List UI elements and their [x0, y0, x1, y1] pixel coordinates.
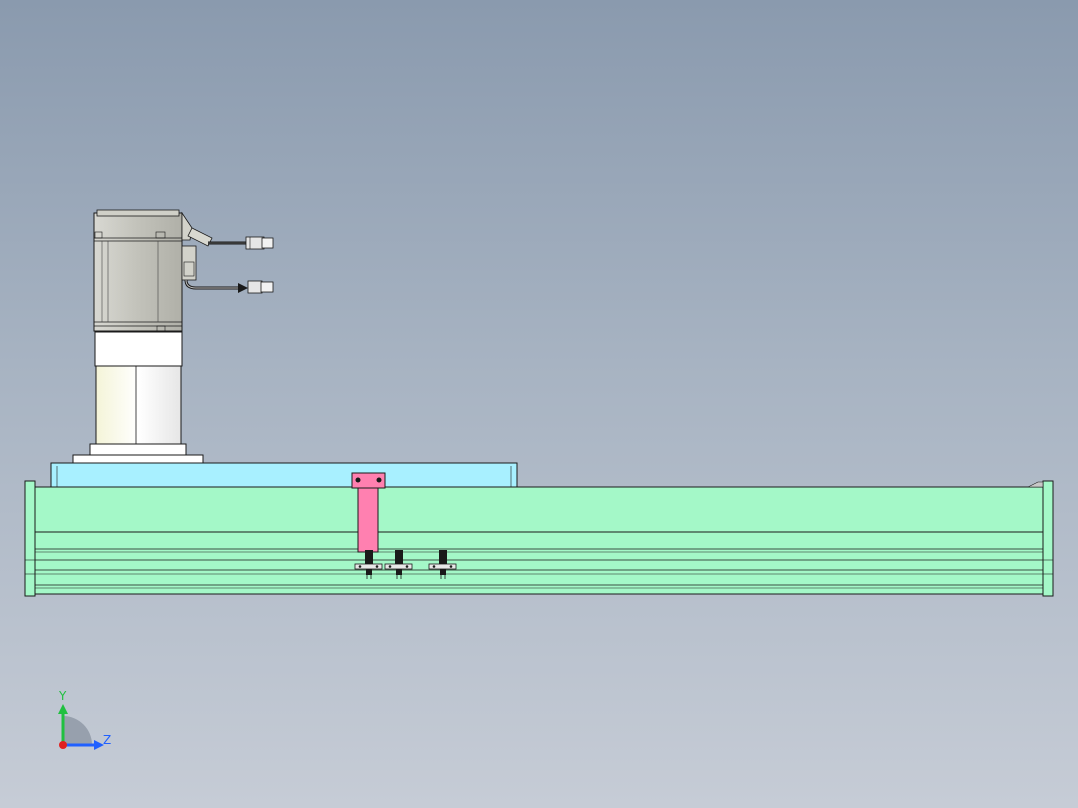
coupling-housing[interactable] — [72, 331, 204, 469]
servo-motor[interactable] — [93, 209, 213, 332]
motor-mount-plate[interactable] — [50, 462, 518, 488]
motor-cable-lower[interactable] — [184, 279, 274, 294]
z-axis-label: Z — [103, 733, 111, 747]
axis-triad[interactable]: Y Z — [58, 689, 111, 750]
y-axis-label: Y — [58, 689, 67, 703]
linear-rail[interactable] — [32, 486, 1046, 595]
motor-cable-upper[interactable] — [208, 236, 274, 250]
assembly-drawing: Y Z — [24, 209, 1054, 750]
cad-viewport[interactable]: Y Z — [0, 0, 1078, 808]
rail-end-cap-left[interactable] — [24, 480, 36, 597]
x-axis-dot — [59, 741, 67, 749]
